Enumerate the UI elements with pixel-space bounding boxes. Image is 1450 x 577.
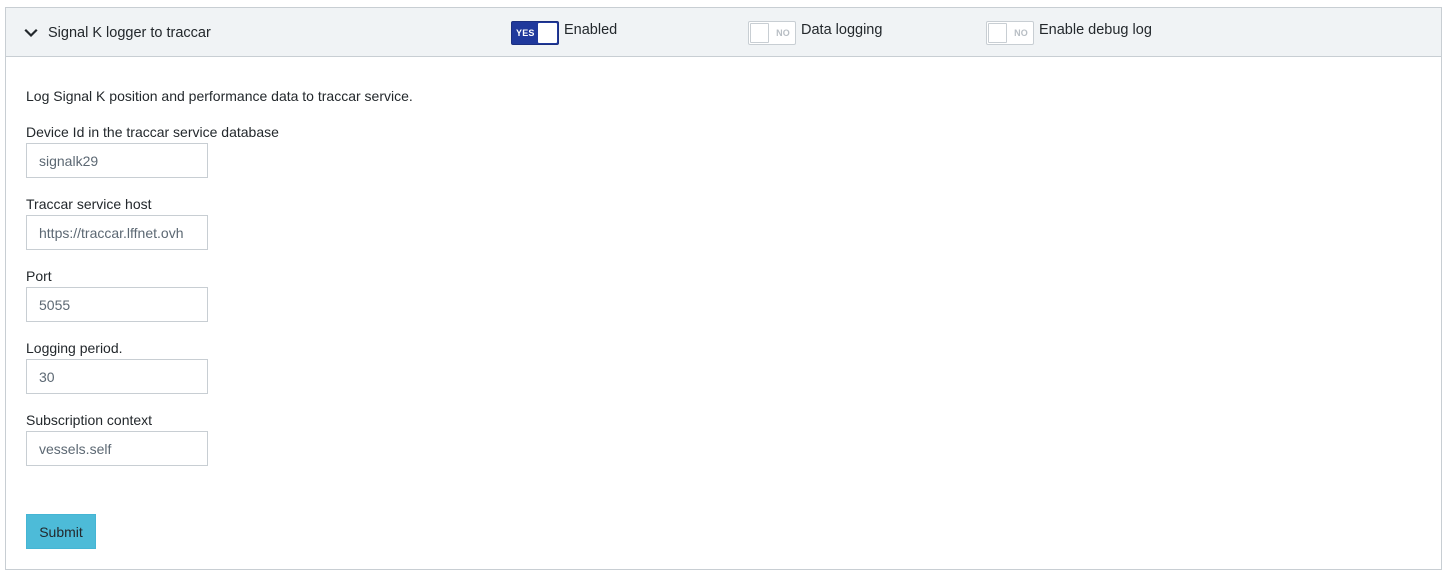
subscription-context-label: Subscription context — [26, 412, 153, 428]
debug-log-switch-state: NO — [1014, 28, 1028, 38]
enabled-label: Enabled — [564, 22, 618, 38]
plugin-header: Signal K logger to traccar YES Enabled N… — [6, 8, 1441, 57]
port-label: Port — [26, 268, 52, 284]
data-logging-label: Data logging — [801, 22, 883, 38]
host-input[interactable] — [26, 215, 208, 250]
device-id-label: Device Id in the traccar service databas… — [26, 124, 279, 140]
submit-button[interactable]: Submit — [26, 514, 96, 549]
plugin-config-card: Signal K logger to traccar YES Enabled N… — [5, 7, 1442, 570]
data-logging-switch[interactable]: NO — [748, 21, 796, 45]
chevron-down-icon — [24, 28, 38, 38]
plugin-description: Log Signal K position and performance da… — [26, 88, 413, 104]
switch-knob — [988, 23, 1007, 43]
enabled-switch-state: YES — [516, 28, 535, 38]
plugin-title: Signal K logger to traccar — [48, 25, 211, 41]
debug-log-switch-group: NO Enable debug log — [986, 21, 1152, 45]
host-label: Traccar service host — [26, 196, 152, 212]
logging-period-label: Logging period. — [26, 340, 123, 356]
subscription-context-input[interactable] — [26, 431, 208, 466]
enabled-switch[interactable]: YES — [511, 21, 559, 45]
switch-knob — [750, 23, 769, 43]
debug-log-switch[interactable]: NO — [986, 21, 1034, 45]
switch-knob — [538, 23, 557, 43]
debug-log-label: Enable debug log — [1039, 22, 1152, 38]
device-id-input[interactable] — [26, 143, 208, 178]
data-logging-switch-group: NO Data logging — [748, 21, 882, 45]
port-input[interactable] — [26, 287, 208, 322]
collapse-toggle[interactable]: Signal K logger to traccar — [24, 22, 211, 44]
enabled-switch-group: YES Enabled — [511, 21, 617, 45]
data-logging-switch-state: NO — [776, 28, 790, 38]
logging-period-input[interactable] — [26, 359, 208, 394]
